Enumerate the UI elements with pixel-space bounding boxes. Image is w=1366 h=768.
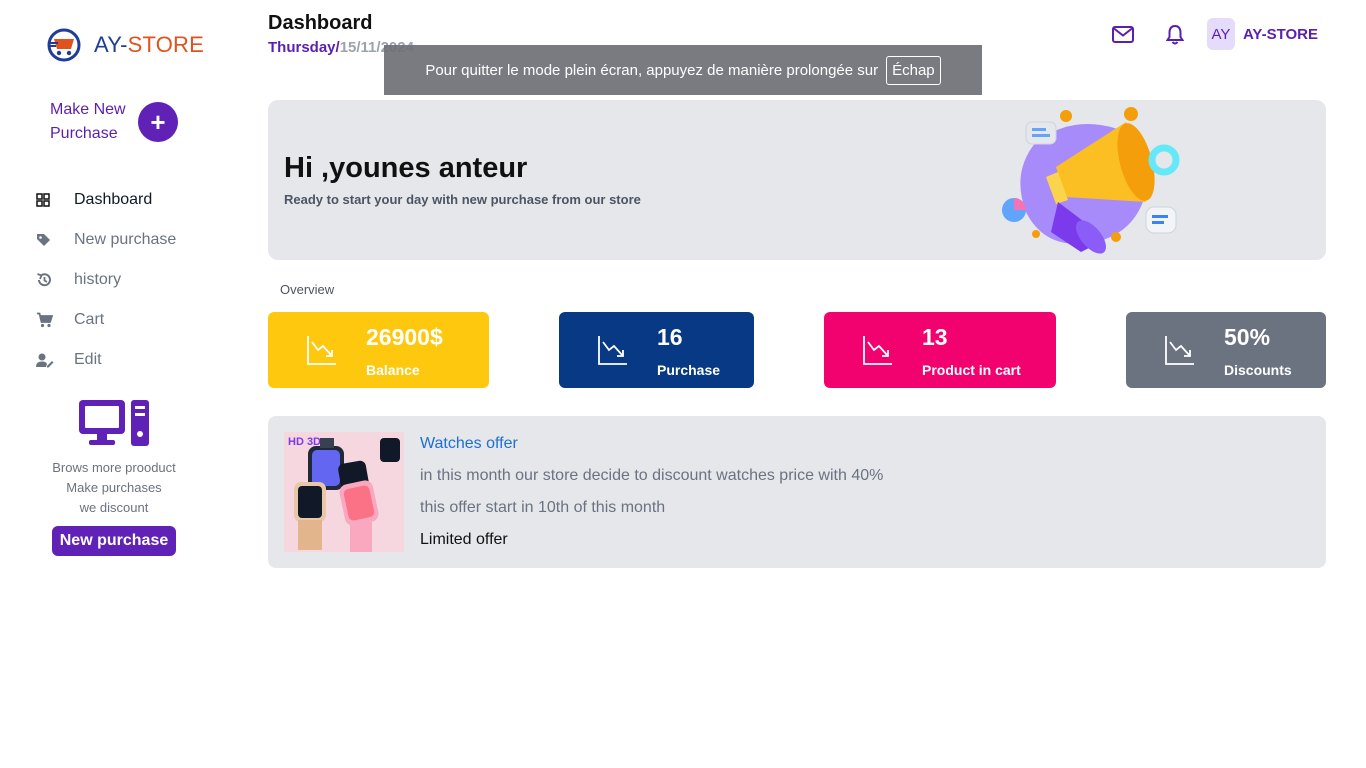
stat-label: Balance [366,362,420,378]
computer-icon [79,400,149,446]
make-new-purchase[interactable]: Make New Purchase + [50,97,180,147]
sidebar-item-label: Cart [74,311,105,328]
logo-prefix: AY- [94,32,128,57]
stat-value: 13 [922,324,948,350]
store-name[interactable]: AY-STORE [1243,26,1318,43]
megaphone-illustration [1002,107,1180,254]
trend-down-icon [1165,336,1194,365]
new-purchase-button[interactable]: New purchase [51,526,177,556]
welcome-banner: Hi ,younes anteur Ready to start your da… [268,100,1326,260]
watches-illustration: HD 3D [284,432,404,552]
sidebar-item-dashboard[interactable]: Dashboard [36,180,226,220]
user-edit-icon [36,353,74,368]
toast-key: Échap [886,55,941,85]
stat-card-cart[interactable]: 13 Product in cart [824,312,1056,388]
offer-card: HD 3D Watches offer in this month our st… [268,416,1326,568]
bell-icon[interactable] [1149,24,1201,45]
sidebar-item-new-purchase[interactable]: New purchase [36,220,226,260]
store-logo[interactable]: AY-STORE [44,22,204,68]
trend-down-icon [598,336,627,365]
logo-text: AY-STORE [94,32,204,58]
trend-down-icon [307,336,336,365]
welcome-subtitle: Ready to start your day with new purchas… [284,192,641,207]
toast-text: Pour quitter le mode plein écran, appuye… [425,61,879,79]
sidebar-item-label: Dashboard [74,191,153,208]
sidebar-nav: Dashboard New purchase history Cart Edit [36,180,226,380]
stat-label: Purchase [657,362,721,378]
sidebar-promo: Brows more prooduct Make purchases we di… [0,396,228,556]
sidebar: AY-STORE Make New Purchase + Dashboard N… [0,0,228,768]
promo-line: Brows more prooduct [52,460,176,475]
avatar[interactable]: AY [1206,18,1235,50]
offer-description: in this month our store decide to discou… [420,467,884,484]
cart-logo-icon [47,28,81,62]
promo-line: Make purchases [66,480,162,495]
sidebar-item-label: history [74,271,122,288]
offer-limited-badge: Limited offer [420,531,508,548]
tag-icon [36,233,74,248]
overview-label: Overview [280,282,335,297]
welcome-title: Hi ,younes anteur [284,152,528,184]
sidebar-item-label: Edit [74,351,102,368]
stat-label: Discounts [1224,362,1292,378]
header-actions: AY AY-STORE [1097,18,1318,50]
stat-card-balance[interactable]: 26900$ Balance [268,312,489,388]
make-new-purchase-label: Make New Purchase [50,101,126,142]
watches-image[interactable]: HD 3D [284,432,404,552]
sidebar-item-history[interactable]: history [36,260,226,300]
stat-label: Product in cart [922,362,1021,378]
history-icon [36,272,74,288]
offer-title-link[interactable]: Watches offer [420,435,518,453]
logo-suffix: STORE [127,32,205,57]
trend-down-icon [863,336,892,365]
stat-card-discounts[interactable]: 50% Discounts [1126,312,1326,388]
stat-value: 26900$ [366,324,443,350]
stat-value: 50% [1224,324,1271,350]
promo-line: we discount [79,500,149,515]
page-title: Dashboard [268,12,373,34]
grid-icon [36,193,74,207]
date-day: Thursday [268,39,336,56]
stat-value: 16 [657,324,683,350]
cart-icon [36,312,74,328]
stat-card-purchase[interactable]: 16 Purchase [559,312,754,388]
mail-icon[interactable] [1097,25,1149,43]
sidebar-item-edit[interactable]: Edit [36,340,226,380]
fullscreen-toast: Pour quitter le mode plein écran, appuye… [384,45,982,95]
sidebar-item-label: New purchase [74,231,177,248]
sidebar-item-cart[interactable]: Cart [36,300,226,340]
plus-icon[interactable]: + [138,102,178,142]
offer-start-text: this offer start in 10th of this month [420,499,666,516]
